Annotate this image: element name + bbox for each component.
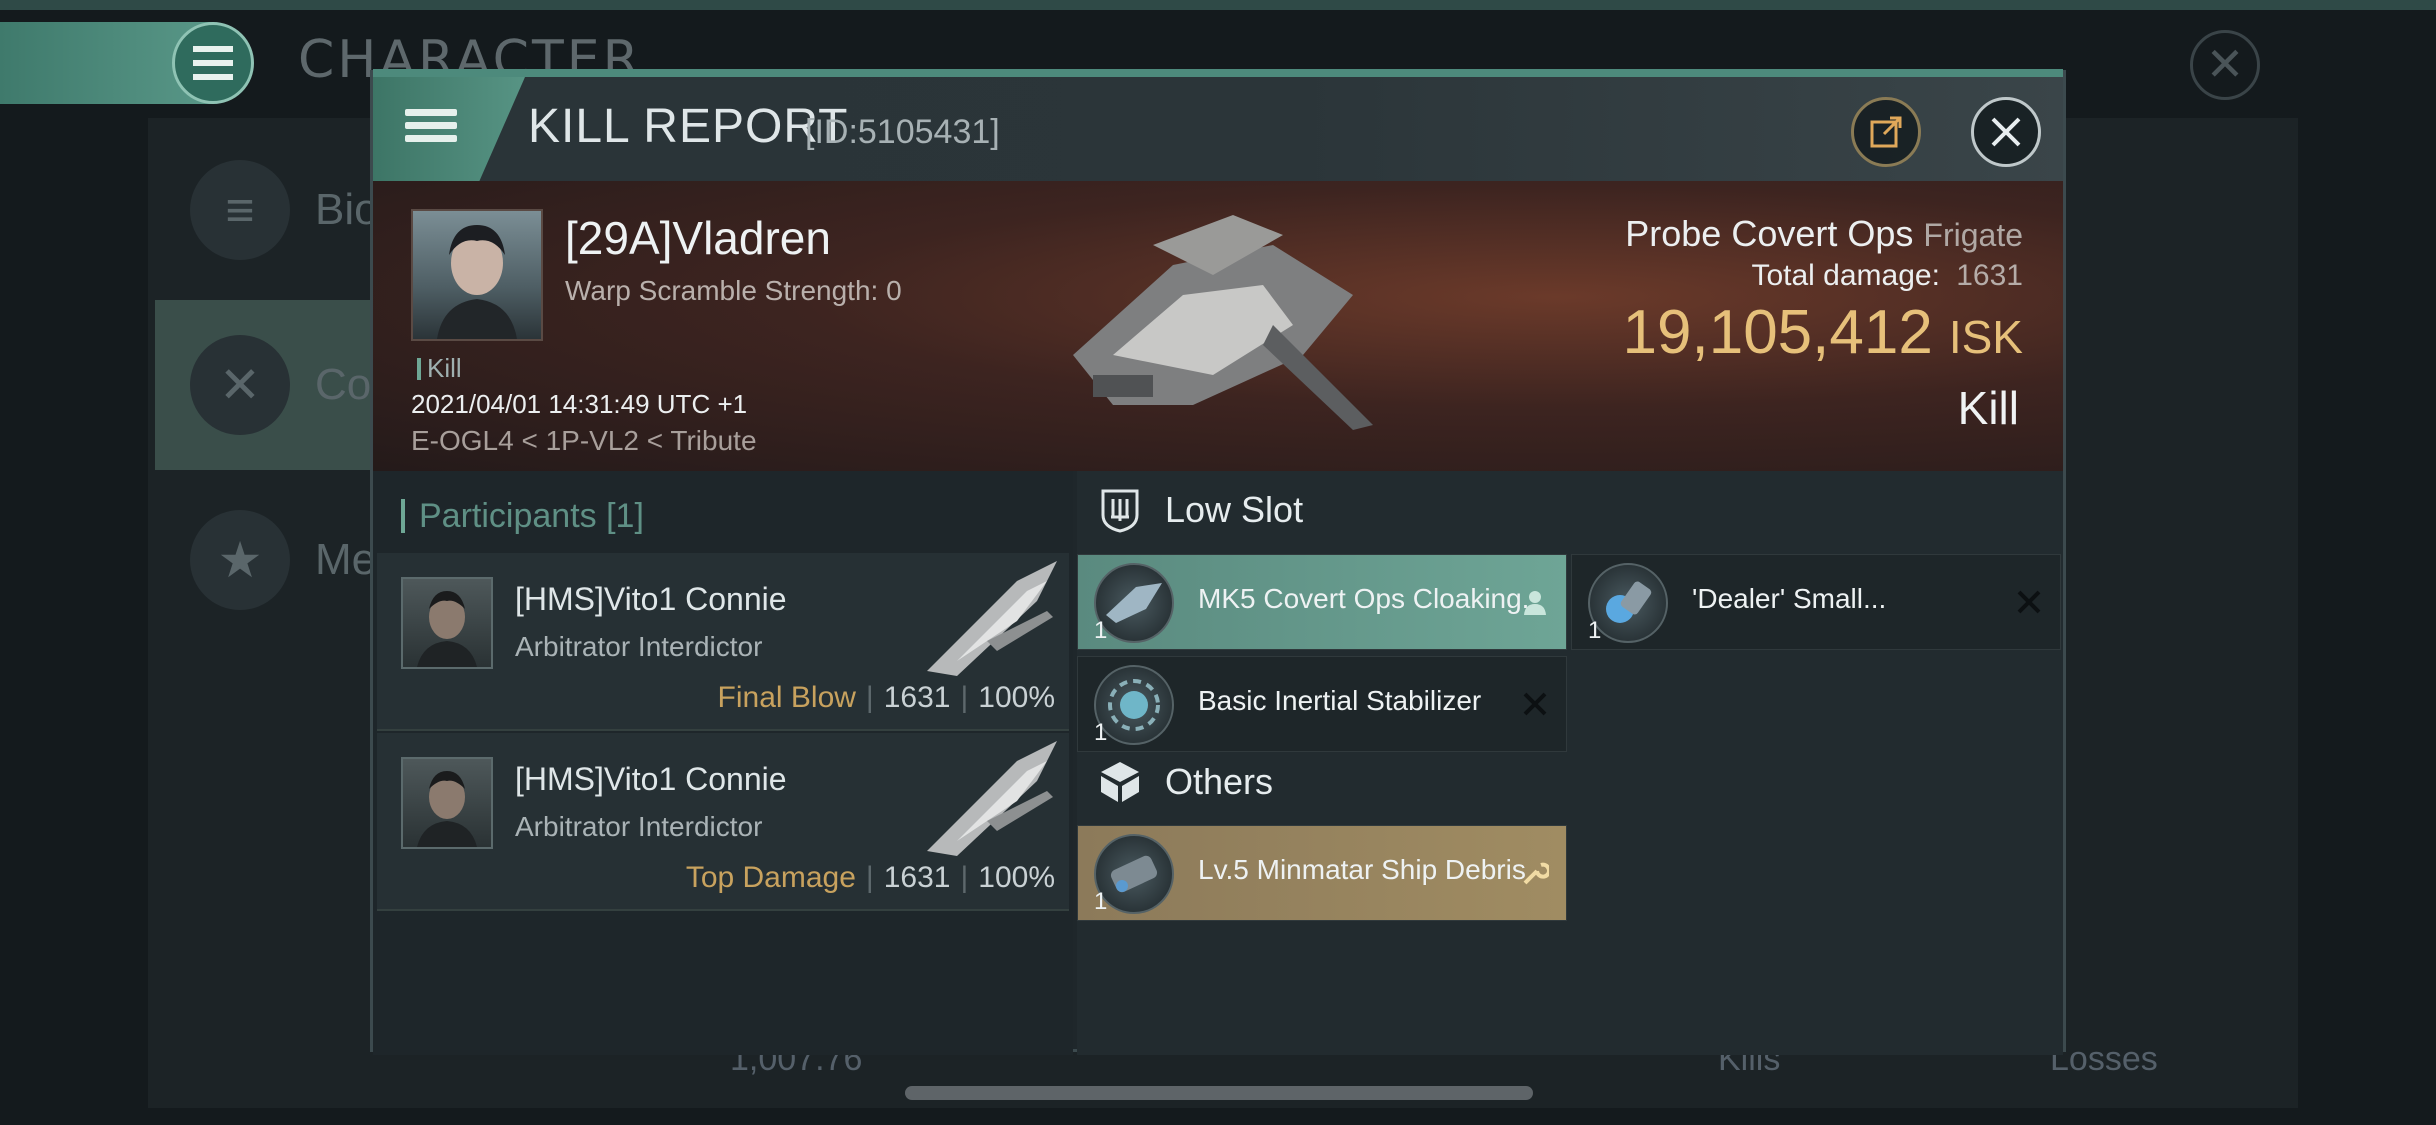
participant-percent: 100% (978, 861, 1055, 894)
list-icon (405, 109, 457, 151)
kill-tag: Kill (417, 353, 462, 384)
dropped-person-icon (1518, 585, 1552, 619)
low-slot-title: Low Slot (1165, 489, 1304, 530)
ship-class: Frigate (1923, 217, 2023, 253)
low-slot-header: Low Slot (1097, 487, 1303, 533)
cube-icon (1097, 759, 1143, 805)
participant-damage: 1631 (883, 681, 951, 714)
portrait-icon (417, 771, 477, 847)
item-name: 'Dealer' Small... (1692, 583, 1887, 614)
home-indicator (905, 1086, 1533, 1100)
item-quantity: 1 (1094, 719, 1108, 746)
isk-amount: 19,105,412 (1622, 298, 1933, 367)
slot-item[interactable]: 1 'Dealer' Small... (1571, 554, 2061, 650)
kill-id: [ID:5105431] (805, 113, 1000, 151)
result-label: Kill (1957, 382, 2019, 434)
participant-avatar (401, 757, 493, 849)
modal-title: KILL REPORT (528, 100, 849, 153)
item-name: MK5 Covert Ops Cloaking... (1198, 583, 1528, 614)
victim-ship-image (1073, 215, 1373, 430)
wrench-icon (1518, 856, 1552, 890)
participant-stats: Top Damage | 1631 | 100% (685, 861, 1055, 894)
destroyed-x-icon (2012, 585, 2046, 619)
participants-header: Participants [1] (401, 497, 644, 536)
isk-value: 19,105,412 ISK (1623, 297, 2023, 368)
menu-icon: ≡ (190, 160, 290, 260)
portrait-icon (437, 225, 517, 339)
isk-unit: ISK (1948, 311, 2023, 363)
warp-scramble: Warp Scramble Strength: 0 (565, 275, 902, 306)
destroyed-x-icon (1518, 687, 1552, 721)
bg-losses-label: Losses (2050, 1040, 2158, 1078)
modal-menu-tab[interactable] (373, 77, 525, 181)
others-title: Others (1165, 761, 1274, 802)
participant-ship-image (927, 561, 1057, 676)
ship-name: Probe Covert Ops (1625, 213, 1914, 254)
bg-close-button[interactable]: ✕ (2190, 30, 2260, 100)
crossed-swords-icon: ✕ (190, 335, 290, 435)
sidebar-item-label: Me (315, 535, 377, 584)
top-strip (0, 0, 2436, 10)
kill-report-modal: KILL REPORT [ID:5105431] [29A]Vladren Wa… (370, 69, 2066, 1055)
item-quantity: 1 (1094, 888, 1108, 915)
modal-top-accent (373, 69, 2063, 77)
victim-avatar[interactable] (411, 209, 543, 341)
menu-button[interactable] (172, 22, 254, 104)
close-icon (1991, 117, 2021, 147)
item-quantity: 1 (1094, 617, 1108, 644)
slot-item[interactable]: 1 Basic Inertial Stabilizer (1077, 656, 1567, 752)
total-damage: Total damage: 1631 (1751, 259, 2023, 293)
participant-row[interactable]: [HMS]Vito1 Connie Arbitrator Interdictor… (377, 553, 1069, 731)
top-damage-label: Top Damage (685, 861, 856, 894)
item-name: Basic Inertial Stabilizer (1198, 685, 1482, 716)
kill-timestamp: 2021/04/01 14:31:49 UTC +1 (411, 389, 748, 419)
participant-ship: Arbitrator Interdictor (515, 811, 763, 842)
participant-name: [HMS]Vito1 Connie (515, 581, 787, 617)
portrait-icon (417, 591, 477, 667)
share-button[interactable] (1851, 97, 1921, 167)
participant-damage: 1631 (883, 861, 951, 894)
modal-header: KILL REPORT [ID:5105431] (373, 77, 2063, 181)
close-button[interactable] (1971, 97, 2041, 167)
participant-ship: Arbitrator Interdictor (515, 631, 763, 662)
victim-name[interactable]: [29A]Vladren (565, 211, 831, 265)
final-blow-label: Final Blow (717, 681, 856, 714)
victim-banner: [29A]Vladren Warp Scramble Strength: 0 K… (373, 181, 2063, 471)
victim-ship-type[interactable]: Probe Covert Ops Frigate (1625, 213, 2023, 255)
item-name: Lv.5 Minmatar Ship Debris (1198, 854, 1526, 885)
participants-panel: Participants [1] [HMS]Vito1 Connie Arbit… (373, 471, 1073, 1055)
low-slot-icon (1097, 487, 1143, 533)
participant-stats: Final Blow | 1631 | 100% (717, 681, 1055, 714)
total-damage-label: Total damage: (1751, 259, 1940, 292)
external-link-icon (1870, 116, 1902, 148)
others-header: Others (1097, 759, 1273, 805)
participant-ship-image (927, 741, 1057, 856)
star-badge-icon: ★ (190, 510, 290, 610)
participant-name: [HMS]Vito1 Connie (515, 761, 787, 797)
fitting-panel: Low Slot 1 MK5 Covert Ops Cloaking... 1 … (1077, 471, 2063, 1055)
slot-item[interactable]: 1 MK5 Covert Ops Cloaking... (1077, 554, 1567, 650)
participant-avatar (401, 577, 493, 669)
kill-location[interactable]: E-OGL4 < 1P-VL2 < Tribute (411, 425, 757, 457)
total-damage-value: 1631 (1956, 259, 2023, 292)
slot-item[interactable]: 1 Lv.5 Minmatar Ship Debris (1077, 825, 1567, 921)
item-quantity: 1 (1588, 617, 1602, 644)
participant-percent: 100% (978, 681, 1055, 714)
menu-icon (193, 46, 233, 80)
participant-row[interactable]: [HMS]Vito1 Connie Arbitrator Interdictor… (377, 733, 1069, 911)
